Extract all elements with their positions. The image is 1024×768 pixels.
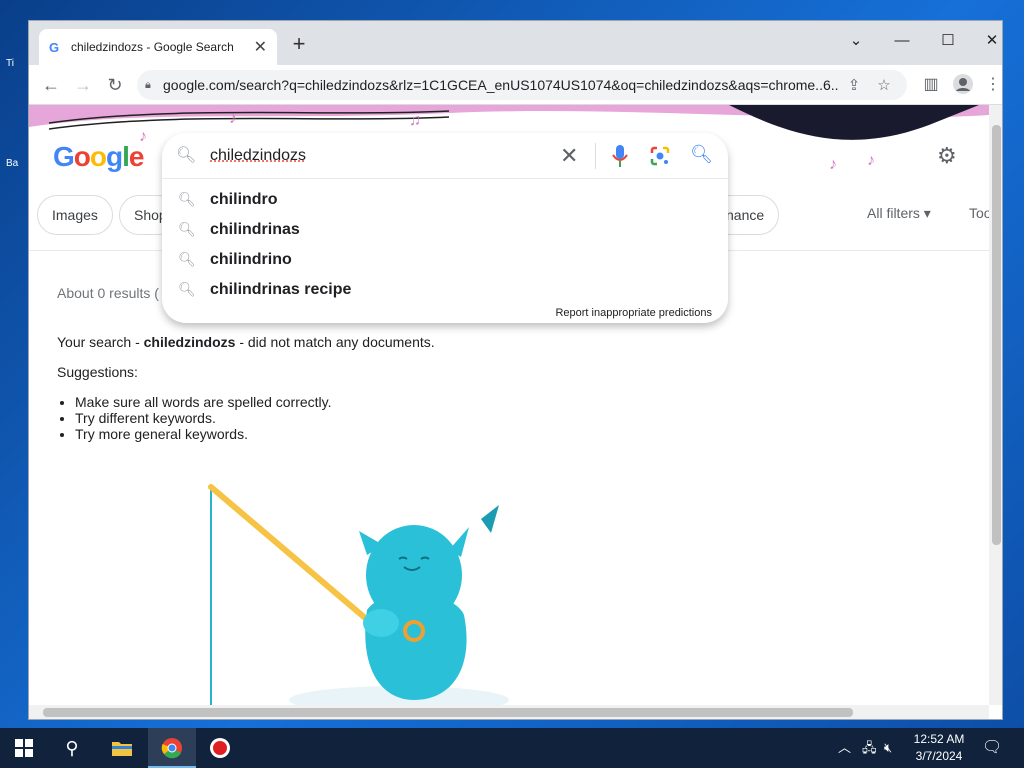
tools-button[interactable]: Tools [969, 205, 989, 221]
share-icon[interactable]: ⇪ [839, 76, 869, 94]
search-icon: 🔍︎ [176, 147, 197, 164]
taskbar-search-icon[interactable]: ⚲ [48, 728, 96, 768]
tab-active[interactable]: G chiledzindozs - Google Search ✕ [39, 29, 277, 65]
browser-window: G chiledzindozs - Google Search ✕ + ⌄ — … [28, 20, 1003, 720]
search-icon: 🔍︎ [178, 221, 196, 237]
suggestion-item[interactable]: 🔍︎ chilindrinas [162, 215, 728, 245]
url-text[interactable]: google.com/search?q=chiledzindozs&rlz=1C… [163, 77, 839, 93]
all-filters-button[interactable]: All filters ▾ [867, 205, 931, 222]
tab-search-icon[interactable]: ⌄ [833, 27, 879, 55]
tray-expand-icon[interactable]: ︿ [838, 728, 851, 768]
vertical-scroll-thumb[interactable] [992, 125, 1001, 545]
google-doodle-logo[interactable]: Google [53, 141, 144, 173]
profile-avatar-icon[interactable] [951, 73, 975, 97]
suggestion-item[interactable]: 🔍︎ chilindrinas recipe [162, 275, 728, 305]
side-panel-icon[interactable]: ▥ [919, 73, 943, 97]
suggestion-text: chilindrino [210, 251, 292, 268]
vertical-scrollbar[interactable] [989, 105, 1002, 705]
chip-images[interactable]: Images [37, 195, 113, 235]
horizontal-scroll-thumb[interactable] [43, 708, 853, 717]
search-input[interactable]: chiledzindozs [210, 147, 306, 165]
back-icon[interactable]: ← [39, 73, 63, 97]
google-lens-icon[interactable] [649, 145, 671, 167]
svg-text:♪: ♪ [229, 110, 237, 127]
horizontal-scrollbar[interactable] [29, 705, 989, 719]
voice-search-mic-icon[interactable] [610, 143, 630, 169]
address-bar[interactable]: 🔒︎ google.com/search?q=chiledzindozs&rlz… [137, 70, 907, 100]
tip-item: Try different keywords. [75, 410, 332, 426]
close-window-button[interactable]: ✕ [969, 27, 1002, 55]
tab-bar: G chiledzindozs - Google Search ✕ + ⌄ — … [29, 21, 1002, 65]
search-submit-icon[interactable]: 🔍︎ [690, 144, 713, 165]
svg-text:♫: ♫ [409, 112, 421, 129]
svg-text:♪: ♪ [829, 156, 837, 173]
clock-time: 12:52 AM [913, 732, 965, 746]
forward-icon[interactable]: → [71, 73, 95, 97]
taskbar: ⚲ ︿ 🖧︎ 🔇︎ 12:52 AM 3/7/2024 🗨︎ [0, 728, 1024, 768]
new-tab-button[interactable]: + [287, 33, 311, 57]
tip-item: Try more general keywords. [75, 426, 332, 442]
bookmark-star-icon[interactable]: ☆ [869, 76, 899, 94]
search-results-page: ♪ ♫ ♪ ♪ ♪ Google ⚙ ⋮⋮ Images Shop nance … [29, 105, 989, 705]
suggestion-item[interactable]: 🔍︎ chilindro [162, 185, 728, 215]
search-icon: 🔍︎ [178, 251, 196, 267]
search-suggestions-dropdown: 🔍︎ chiledzindozs ✕ 🔍︎ 🔍︎ chilindro 🔍︎ ch… [162, 133, 728, 323]
fishing-monster-illustration [208, 484, 509, 705]
suggestion-tips: Make sure all words are spelled correctl… [75, 394, 332, 442]
all-filters-label: All filters [867, 205, 920, 221]
suggestions-heading: Suggestions: [57, 364, 138, 380]
volume-muted-icon[interactable]: 🔇︎ [884, 728, 892, 768]
settings-gear-icon[interactable]: ⚙ [937, 143, 957, 169]
notifications-icon[interactable]: 🗨︎ [982, 728, 1002, 768]
report-predictions-link[interactable]: Report inappropriate predictions [555, 307, 712, 319]
svg-text:♪: ♪ [867, 152, 875, 169]
search-icon: 🔍︎ [178, 191, 196, 207]
search-icon: 🔍︎ [178, 281, 196, 297]
taskbar-clock[interactable]: 12:52 AM 3/7/2024 [906, 731, 972, 765]
tab-title: chiledzindozs - Google Search [71, 40, 234, 54]
tab-close-icon[interactable]: ✕ [254, 37, 267, 57]
no-match-query: chiledzindozs [143, 334, 236, 350]
maximize-button[interactable]: ☐ [925, 27, 971, 55]
search-bar-separator [595, 143, 596, 169]
no-match-prefix: Your search - [57, 334, 144, 350]
browser-menu-icon[interactable]: ⋮ [981, 73, 1002, 97]
browser-toolbar: ← → ↻ 🔒︎ google.com/search?q=chiledzindo… [29, 65, 1002, 105]
clock-date: 3/7/2024 [915, 749, 963, 763]
search-bar: 🔍︎ chiledzindozs ✕ 🔍︎ [162, 133, 728, 179]
network-icon[interactable]: 🖧︎ [862, 728, 877, 768]
tip-item: Make sure all words are spelled correctl… [75, 394, 332, 410]
chrome-taskbar-icon[interactable] [148, 728, 196, 768]
minimize-button[interactable]: — [879, 27, 925, 55]
suggestion-text: chilindrinas recipe [210, 281, 352, 298]
start-button[interactable] [0, 728, 48, 768]
reload-icon[interactable]: ↻ [103, 73, 127, 97]
suggestion-text: chilindro [210, 191, 278, 208]
no-match-message: Your search - chiledzindozs - did not ma… [57, 334, 435, 350]
desktop-icon-label[interactable]: Ba [6, 158, 30, 169]
no-match-suffix: - did not match any documents. [235, 334, 435, 350]
suggestion-item[interactable]: 🔍︎ chilindrino [162, 245, 728, 275]
google-favicon-icon: G [49, 39, 60, 55]
record-app-icon[interactable] [196, 728, 244, 768]
result-stats: About 0 results ( [57, 285, 159, 301]
desktop-icon-label[interactable]: Ti [6, 58, 30, 69]
clear-search-icon[interactable]: ✕ [560, 143, 578, 169]
file-explorer-icon[interactable] [98, 728, 146, 768]
suggestion-text: chilindrinas [210, 221, 300, 238]
lock-icon[interactable]: 🔒︎ [145, 79, 163, 92]
